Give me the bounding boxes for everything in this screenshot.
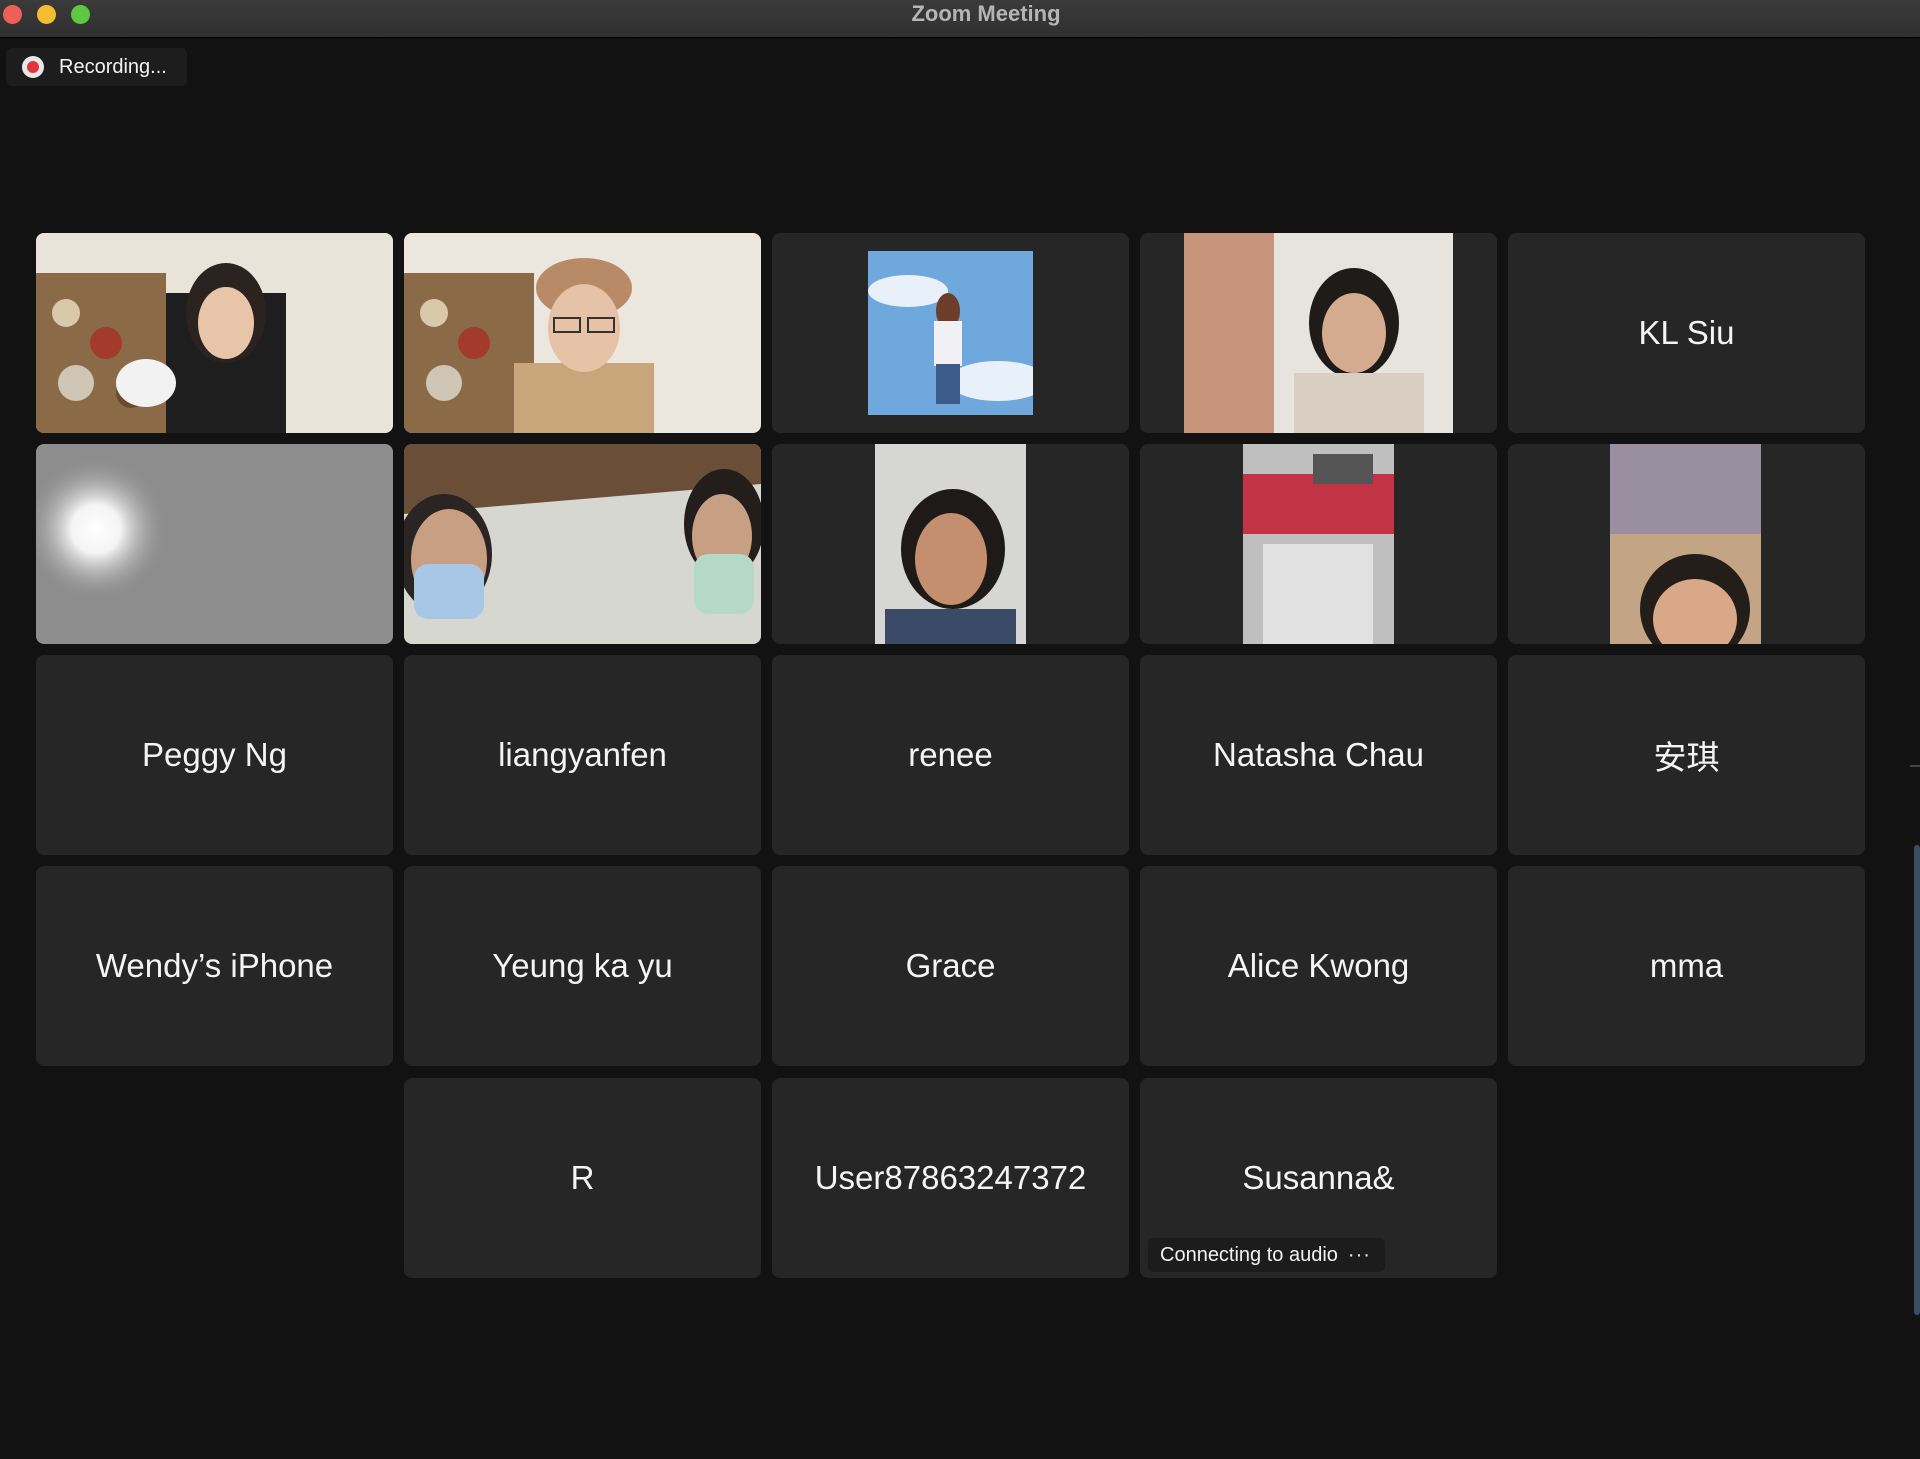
audio-status-badge: Connecting to audio ···: [1148, 1238, 1385, 1272]
participant-name: R: [570, 1159, 595, 1196]
participant-video: [404, 233, 761, 433]
participant-video: [1243, 444, 1394, 644]
participant-avatar-image: [868, 251, 1033, 415]
participant-tile[interactable]: Susanna& Connecting to audio ···: [1140, 1078, 1497, 1278]
participant-tile[interactable]: Wendy’s iPhone: [36, 866, 393, 1066]
video-tile[interactable]: [1140, 233, 1497, 433]
participant-tile[interactable]: Grace: [772, 866, 1129, 1066]
participant-tile[interactable]: Alice Kwong: [1140, 866, 1497, 1066]
participant-name: KL Siu: [1638, 314, 1735, 351]
participant-video: [36, 233, 393, 433]
ellipsis-icon: ···: [1347, 1243, 1371, 1266]
scrollbar-thumb[interactable]: [1914, 845, 1920, 1315]
participant-name: mma: [1649, 947, 1724, 984]
participant-tile[interactable]: 安琪: [1508, 655, 1865, 855]
window-titlebar: Zoom Meeting: [0, 0, 1920, 38]
video-tile[interactable]: [772, 233, 1129, 433]
participant-tile[interactable]: User87863247372: [772, 1078, 1129, 1278]
participant-name: Susanna&: [1242, 1159, 1395, 1196]
participant-tile[interactable]: Yeung ka yu: [404, 866, 761, 1066]
participant-name: User87863247372: [814, 1159, 1087, 1196]
participant-name: Peggy Ng: [142, 736, 287, 773]
participant-name: Alice Kwong: [1227, 947, 1410, 984]
video-tile-active-speaker[interactable]: [36, 233, 393, 433]
participant-tile[interactable]: Natasha Chau: [1140, 655, 1497, 855]
participant-video: [1610, 444, 1761, 644]
recording-label: Recording...: [59, 55, 167, 78]
video-tile[interactable]: [1508, 444, 1865, 644]
participant-tile[interactable]: Peggy Ng: [36, 655, 393, 855]
participant-tile[interactable]: renee: [772, 655, 1129, 855]
participant-tile[interactable]: mma: [1508, 866, 1865, 1066]
video-tile[interactable]: [36, 444, 393, 644]
participant-name: 安琪: [1653, 739, 1720, 776]
audio-status-label: Connecting to audio: [1160, 1243, 1338, 1266]
window-title: Zoom Meeting: [911, 1, 1061, 26]
video-tile[interactable]: [404, 233, 761, 433]
participant-name: renee: [908, 736, 993, 773]
recording-indicator[interactable]: Recording...: [6, 48, 187, 86]
participant-name: Wendy’s iPhone: [95, 947, 334, 984]
video-tile[interactable]: [404, 444, 761, 644]
participant-video: [1184, 233, 1453, 433]
record-icon: [22, 56, 44, 78]
window-edge-marker: [1910, 765, 1920, 767]
video-tile[interactable]: [1140, 444, 1497, 644]
participant-video: [875, 444, 1026, 644]
participant-name: Grace: [905, 947, 996, 984]
participant-name: Natasha Chau: [1213, 736, 1424, 773]
video-tile[interactable]: [772, 444, 1129, 644]
participant-name: Yeung ka yu: [492, 947, 673, 984]
participant-video: [404, 444, 761, 644]
participant-name: liangyanfen: [498, 736, 667, 773]
participant-tile[interactable]: liangyanfen: [404, 655, 761, 855]
participant-tile[interactable]: R: [404, 1078, 761, 1278]
participant-video: [36, 444, 393, 644]
participant-tile[interactable]: KL Siu: [1508, 233, 1865, 433]
